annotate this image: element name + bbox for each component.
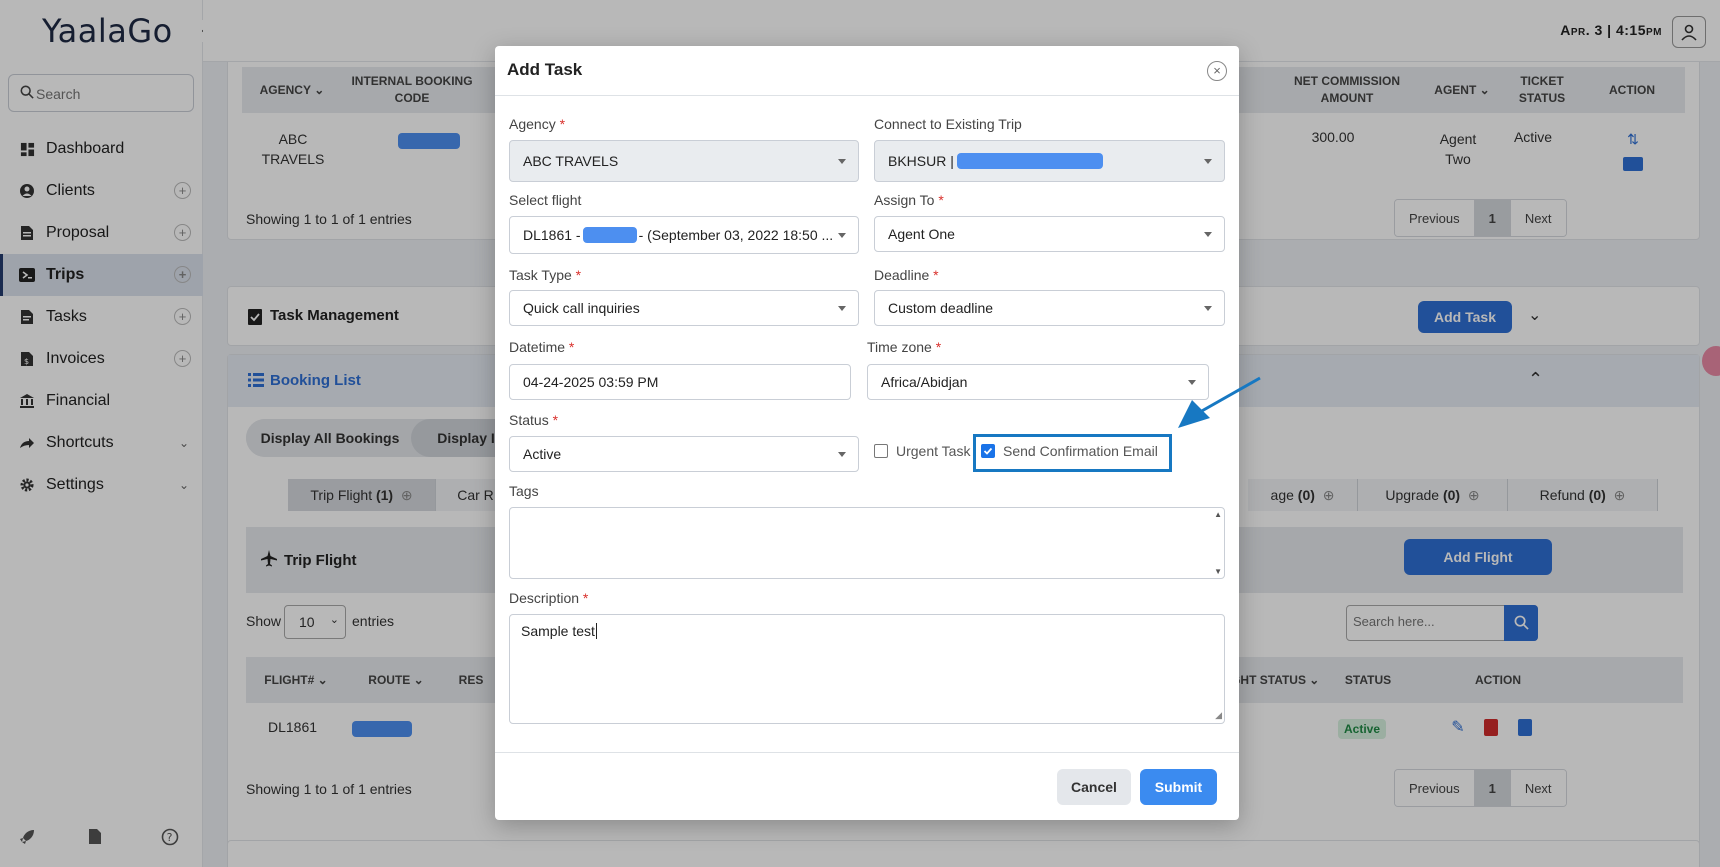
status-label: Status * (509, 412, 559, 428)
description-input[interactable]: Sample test ◢ (509, 614, 1225, 724)
datetime-input[interactable]: 04-24-2025 03:59 PM (509, 364, 851, 400)
description-text: Sample test (521, 623, 595, 639)
send-confirmation-highlight (973, 434, 1172, 472)
assign-to-label: Assign To * (874, 192, 944, 208)
annotation-arrow-icon (1178, 376, 1261, 428)
connect-trip-label: Connect to Existing Trip (874, 116, 1022, 132)
deadline-label: Deadline * (874, 267, 939, 283)
urgent-task-checkbox[interactable]: Urgent Task (874, 443, 970, 459)
connect-trip-select[interactable]: BKHSUR | (874, 140, 1225, 182)
redacted-flight (582, 227, 637, 243)
status-select[interactable]: Active (509, 436, 859, 472)
submit-button[interactable]: Submit (1140, 769, 1217, 805)
select-flight-select[interactable]: DL1861 -- (September 03, 2022 18:50 ... (509, 216, 859, 254)
caret-down-icon (838, 159, 846, 164)
cancel-button[interactable]: Cancel (1057, 769, 1131, 805)
resize-handle-icon[interactable]: ◢ (1215, 710, 1222, 721)
tags-label: Tags (509, 483, 539, 499)
checkbox-unchecked[interactable] (874, 444, 888, 458)
modal-title: Add Task (507, 60, 583, 79)
redacted-trip (956, 153, 1103, 169)
caret-down-icon (1204, 306, 1212, 311)
caret-down-icon (838, 233, 846, 238)
deadline-select[interactable]: Custom deadline (874, 290, 1225, 326)
caret-down-icon (1204, 232, 1212, 237)
agency-label: Agency * (509, 116, 566, 132)
modal-footer: Cancel Submit (495, 752, 1239, 820)
scroll-up-icon[interactable]: ▲ (1214, 510, 1222, 519)
tags-input[interactable]: ▲ ▼ (509, 507, 1225, 579)
caret-down-icon (838, 306, 846, 311)
datetime-label: Datetime * (509, 339, 575, 355)
select-flight-label: Select flight (509, 192, 582, 208)
scroll-down-icon[interactable]: ▼ (1214, 567, 1222, 576)
close-icon[interactable]: × (1207, 61, 1227, 81)
timezone-label: Time zone * (867, 339, 942, 355)
timezone-select[interactable]: Africa/Abidjan (867, 364, 1209, 400)
modal-header: Add Task × (495, 46, 1239, 96)
agency-select[interactable]: ABC TRAVELS (509, 140, 859, 182)
add-task-modal: Add Task × Agency * ABC TRAVELS Connect … (495, 46, 1239, 820)
description-label: Description * (509, 590, 589, 606)
caret-down-icon (838, 452, 846, 457)
caret-down-icon (1204, 159, 1212, 164)
urgent-task-label: Urgent Task (896, 443, 971, 459)
task-type-select[interactable]: Quick call inquiries (509, 290, 859, 326)
task-type-label: Task Type * (509, 267, 582, 283)
assign-to-select[interactable]: Agent One (874, 216, 1225, 252)
